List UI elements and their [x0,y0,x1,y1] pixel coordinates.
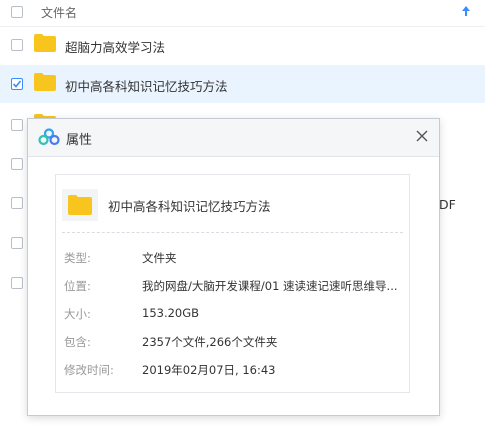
folder-icon [34,73,56,91]
file-name-fragment: DF [439,197,456,212]
sort-arrow-icon[interactable] [461,3,471,22]
prop-size-value: 153.20GB [142,306,200,320]
file-row-selected[interactable]: 初中高各科知识记忆技巧方法 [0,65,485,103]
folder-icon [34,34,56,52]
row-checkbox[interactable] [11,277,23,289]
prop-location-value: 我的网盘/大脑开发课程/01 速读速记速听思维导... [142,279,398,293]
file-name[interactable]: 初中高各科知识记忆技巧方法 [65,76,228,95]
prop-type-value: 文件夹 [142,251,177,265]
prop-contains-value: 2357个文件,266个文件夹 [142,335,278,349]
properties-dialog: 属性 初中高各科知识记忆技巧方法 类型: 文件夹 位置: 我的网盘/大脑开发课程… [27,118,440,416]
row-checkbox[interactable] [11,119,23,131]
check-icon [12,80,22,88]
prop-type-label: 类型: [64,251,91,265]
prop-modified-label: 修改时间: [64,363,114,377]
close-icon [416,130,428,142]
list-header: 文件名 [0,0,485,27]
close-button[interactable] [410,124,434,148]
row-checkbox[interactable] [11,197,23,209]
row-checkbox[interactable] [11,39,23,51]
select-all-checkbox[interactable] [11,6,23,18]
dialog-title: 属性 [66,133,93,148]
dialog-titlebar[interactable]: 属性 [28,119,439,157]
properties-panel: 初中高各科知识记忆技巧方法 类型: 文件夹 位置: 我的网盘/大脑开发课程/01… [55,174,410,393]
prop-size-label: 大小: [64,307,91,321]
prop-location-label: 位置: [64,279,91,293]
file-row[interactable]: 超脑力高效学习法 [0,26,485,64]
baidu-cloud-icon [38,128,60,146]
prop-contains-label: 包含: [64,335,91,349]
folder-name: 初中高各科知识记忆技巧方法 [108,199,271,214]
folder-icon [62,189,98,221]
prop-modified-value: 2019年02月07日, 16:43 [142,363,276,377]
row-checkbox-checked[interactable] [11,78,23,90]
file-name[interactable]: 超脑力高效学习法 [65,37,165,56]
row-checkbox[interactable] [11,158,23,170]
column-header-filename[interactable]: 文件名 [41,4,77,21]
row-checkbox[interactable] [11,237,23,249]
divider [62,232,403,233]
